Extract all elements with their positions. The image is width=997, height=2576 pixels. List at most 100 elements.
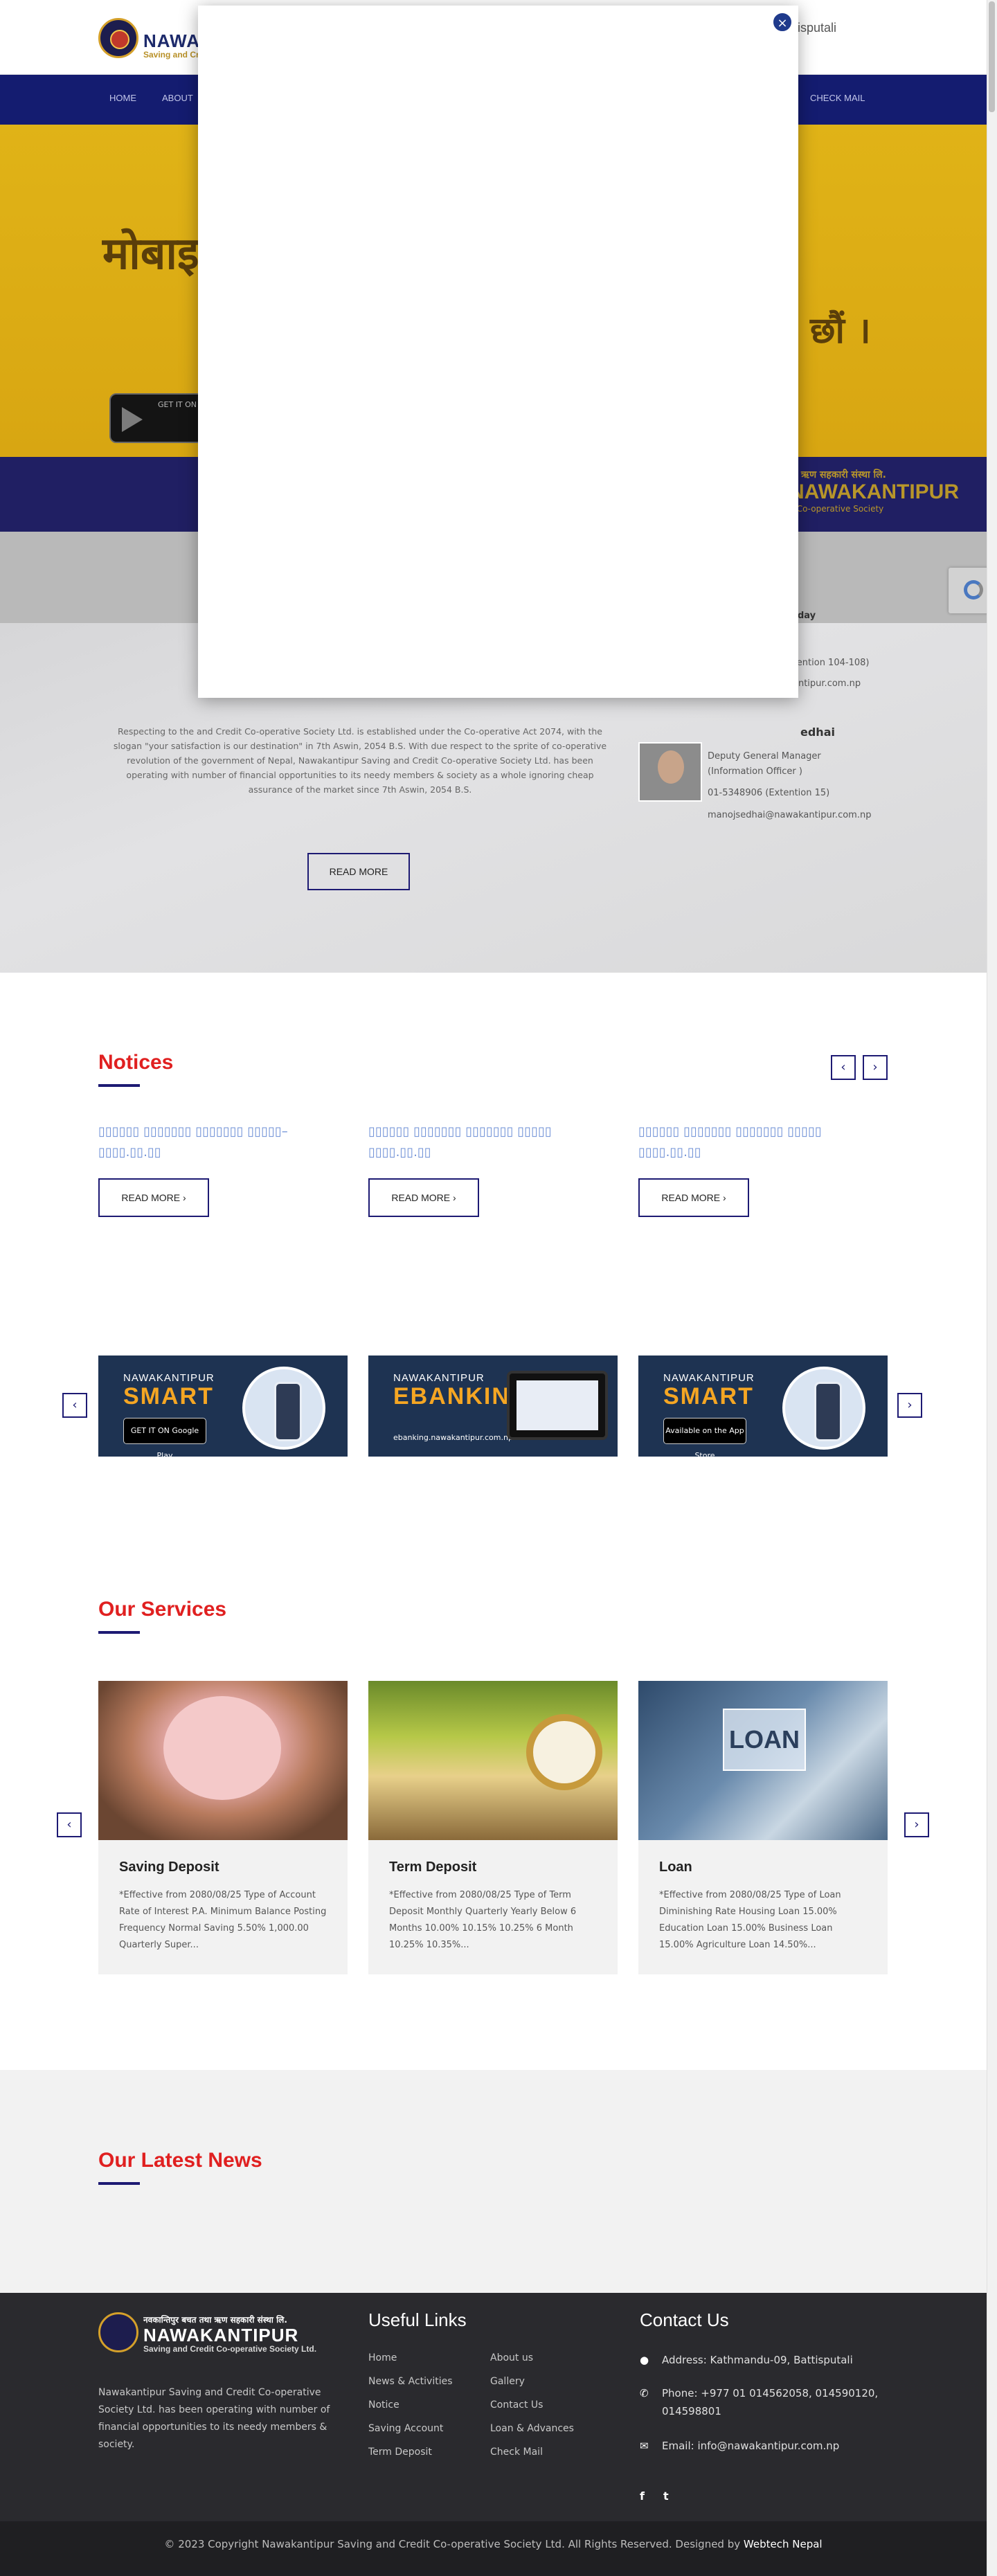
footer-link-check-mail[interactable]: Check Mail [490,2447,543,2458]
nav-item-home[interactable]: HOME [109,93,136,103]
nav-item-about[interactable]: ABOUT [162,93,193,103]
strip-brand-title: NAWAKANTIPUR [789,480,959,503]
notices-title: Notices [98,1051,174,1074]
footer-link-loan[interactable]: Loan & Advances [490,2423,574,2434]
staff2-role: Deputy General Manager (Information Offi… [708,751,821,777]
copyright-statement: © 2023 Copyright Nawakantipur Saving and… [164,2538,741,2550]
loan-sign: LOAN [723,1709,806,1771]
service-description: *Effective from 2080/08/25 Type of Term … [389,1890,577,1950]
copyright-text: © 2023 Copyright Nawakantipur Saving and… [0,2538,987,2550]
envelope-icon: ✉ [640,2440,649,2452]
service-card-term[interactable]: Term Deposit *Effective from 2080/08/25 … [368,1681,618,1974]
notices-title-underline [98,1084,140,1087]
service-title[interactable]: Loan [659,1859,692,1875]
useful-links-title: Useful Links [368,2309,467,2330]
chevron-right-icon[interactable]: › [863,1055,888,1080]
service-image: LOAN [638,1681,888,1840]
footer-link-saving[interactable]: Saving Account [368,2423,443,2434]
service-card-loan[interactable]: LOAN Loan *Effective from 2080/08/25 Typ… [638,1681,888,1974]
contact-title: Contact Us [640,2309,729,2330]
google-play-label: GET IT ON [158,400,197,409]
app-banner-brand: NAWAKANTIPUR [663,1372,755,1384]
phone-icon [782,1367,865,1450]
service-description: *Effective from 2080/08/25 Type of Accou… [119,1890,327,1950]
banner-headline-right: छौं । [810,309,871,352]
smart-android-banner[interactable]: NAWAKANTIPUR SMART GET IT ON Google Play [98,1355,348,1460]
contact-email[interactable]: Email: info@nawakantipur.com.np [662,2437,897,2455]
phone-icon: ✆ [640,2387,649,2399]
notice-read-more-button[interactable]: READ MORE › [638,1178,749,1217]
footer-link-term[interactable]: Term Deposit [368,2447,432,2458]
tablet-icon [507,1371,608,1440]
notice-read-more-button[interactable]: READ MORE › [98,1178,209,1217]
service-card-saving[interactable]: Saving Deposit *Effective from 2080/08/2… [98,1681,348,1974]
notice-title[interactable]: ▯▯▯▯▯▯ ▯▯▯▯▯▯▯ ▯▯▯▯▯▯▯ ▯▯▯▯▯ ▯▯▯▯.▯▯.▯▯ [368,1122,618,1163]
service-title[interactable]: Term Deposit [389,1859,476,1875]
contact-phone: Phone: +977 01 014562058, 014590120, 014… [662,2387,879,2417]
about-read-more-button[interactable]: READ MORE [307,853,410,890]
piggy-bank-icon [163,1696,281,1800]
clock-icon [526,1714,602,1790]
app-store-icon: Available on the App Store [663,1418,746,1460]
app-banner-product: SMART [123,1383,214,1409]
service-title[interactable]: Saving Deposit [119,1859,219,1875]
google-play-icon: GET IT ON Google Play [123,1418,206,1460]
services-title: Our Services [98,1598,227,1621]
staff1-phone: xtention 104-108) [788,658,870,668]
chevron-left-icon[interactable]: ‹ [57,1812,82,1837]
phone-icon [242,1367,325,1450]
smart-ios-banner[interactable]: NAWAKANTIPUR SMART Available on the App … [638,1355,888,1460]
services-title-underline [98,1631,140,1634]
chevron-left-icon[interactable]: ‹ [62,1393,87,1418]
footer-logo-icon [98,2312,138,2352]
footer-logo-subtitle: Saving and Credit Co-operative Society L… [143,2344,317,2354]
chevron-right-icon[interactable]: › [897,1393,922,1418]
news-title: Our Latest News [98,2149,262,2172]
facebook-icon[interactable]: f [640,2489,645,2503]
popup-modal [198,6,798,698]
app-banner-product: SMART [663,1383,754,1409]
staff2-email[interactable]: manojsedhai@nawakantipur.com.np [708,810,871,820]
close-icon[interactable]: × [772,12,793,33]
footer-link-news[interactable]: News & Activities [368,2376,453,2387]
footer-link-contact[interactable]: Contact Us [490,2399,543,2411]
staff1-label: day [798,611,816,621]
logo-emblem-icon[interactable] [98,18,138,58]
page-scrollbar[interactable] [987,0,997,2576]
notice-read-more-button[interactable]: READ MORE › [368,1178,479,1217]
about-description: Respecting to the and Credit Co-operativ… [113,726,607,795]
footer-logo-title: NAWAKANTIPUR [143,2325,299,2345]
app-banner-brand: NAWAKANTIPUR [123,1372,215,1384]
staff2-name: edhai [800,726,835,739]
ebanking-banner[interactable]: NAWAKANTIPUR EBANKING ebanking.nawakanti… [368,1355,618,1457]
contact-address: Address: Kathmandu-09, Battisputali [662,2354,853,2366]
ebanking-url: ebanking.nawakantipur.com.np [393,1433,513,1442]
app-banner-brand: NAWAKANTIPUR [393,1372,485,1384]
google-play-icon [122,407,143,432]
nav-item-check-mail[interactable]: CHECK MAIL [810,93,865,103]
service-image [368,1681,618,1840]
notice-title[interactable]: ▯▯▯▯▯▯ ▯▯▯▯▯▯▯ ▯▯▯▯▯▯▯ ▯▯▯▯▯ ▯▯▯▯.▯▯.▯▯ [638,1122,888,1163]
footer-link-about[interactable]: About us [490,2352,533,2363]
footer-link-notice[interactable]: Notice [368,2399,399,2411]
notice-title[interactable]: ▯▯▯▯▯▯ ▯▯▯▯▯▯▯ ▯▯▯▯▯▯▯ ▯▯▯▯▯– ▯▯▯▯.▯▯.▯▯ [98,1122,348,1163]
chevron-right-icon[interactable]: › [904,1812,929,1837]
staff2-phone: 01-5348906 (Extention 15) [708,788,830,798]
chevron-left-icon[interactable]: ‹ [831,1055,856,1080]
recaptcha-icon [964,580,983,600]
map-marker-icon: ● [640,2354,649,2366]
footer-logo-nepali: नवकान्तिपुर बचत तथा ऋण सहकारी संस्था लि. [143,2315,287,2325]
news-section [0,2070,987,2293]
footer-about-text: Nawakantipur Saving and Credit Co-operat… [98,2387,330,2450]
designer-link[interactable]: Webtech Nepal [744,2538,823,2550]
footer-link-gallery[interactable]: Gallery [490,2376,525,2387]
news-title-underline [98,2182,140,2185]
scrollbar-thumb[interactable] [989,1,995,112]
footer-link-home[interactable]: Home [368,2352,397,2363]
twitter-icon[interactable]: t [663,2489,669,2503]
service-image [98,1681,348,1840]
service-description: *Effective from 2080/08/25 Type of Loan … [659,1890,841,1950]
staff-avatar [638,742,702,802]
staff1-email[interactable]: antipur.com.np [793,678,861,689]
banner-headline: मोबाइ [102,228,199,280]
